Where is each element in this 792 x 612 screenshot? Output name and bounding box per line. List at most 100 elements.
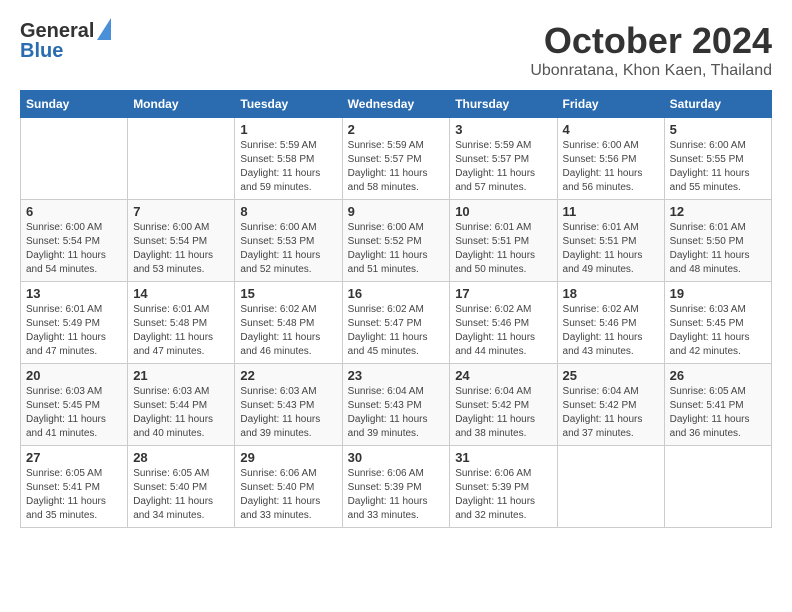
calendar-cell: 20 Sunrise: 6:03 AMSunset: 5:45 PMDayligh… <box>21 364 128 446</box>
calendar-week-row: 20 Sunrise: 6:03 AMSunset: 5:45 PMDayligh… <box>21 364 772 446</box>
calendar-cell: 18Sunrise: 6:02 AMSunset: 5:46 PMDayligh… <box>557 282 664 364</box>
calendar-week-row: 27Sunrise: 6:05 AMSunset: 5:41 PMDayligh… <box>21 446 772 528</box>
day-number: 6 <box>26 204 122 219</box>
day-number: 17 <box>455 286 551 301</box>
calendar-cell: 31 Sunrise: 6:06 AMSunset: 5:39 PMDayligh… <box>450 446 557 528</box>
calendar-cell: 15 Sunrise: 6:02 AMSunset: 5:48 PMDayligh… <box>235 282 342 364</box>
day-number: 31 <box>455 450 551 465</box>
day-number: 1 <box>240 122 336 137</box>
calendar-header-friday: Friday <box>557 91 664 118</box>
calendar-cell: 13 Sunrise: 6:01 AMSunset: 5:49 PMDayligh… <box>21 282 128 364</box>
day-info: Sunrise: 6:01 AMSunset: 5:51 PMDaylight:… <box>455 221 551 277</box>
day-number: 16 <box>348 286 445 301</box>
logo-general-text: General <box>20 20 94 42</box>
calendar-cell: 8Sunrise: 6:00 AMSunset: 5:53 PMDaylight… <box>235 200 342 282</box>
day-info: Sunrise: 6:00 AMSunset: 5:54 PMDaylight:… <box>26 221 122 277</box>
calendar-cell: 3 Sunrise: 5:59 AMSunset: 5:57 PMDaylight… <box>450 118 557 200</box>
day-number: 22 <box>240 368 336 383</box>
day-info: Sunrise: 5:59 AMSunset: 5:57 PMDaylight:… <box>455 139 551 195</box>
day-info: Sunrise: 6:00 AMSunset: 5:56 PMDaylight:… <box>563 139 659 195</box>
day-info: Sunrise: 6:01 AMSunset: 5:50 PMDaylight:… <box>670 221 766 277</box>
day-info: Sunrise: 6:00 AMSunset: 5:54 PMDaylight:… <box>133 221 229 277</box>
day-number: 20 <box>26 368 122 383</box>
day-number: 3 <box>455 122 551 137</box>
day-info: Sunrise: 6:00 AMSunset: 5:55 PMDaylight:… <box>670 139 766 195</box>
calendar-cell: 7 Sunrise: 6:00 AMSunset: 5:54 PMDaylight… <box>128 200 235 282</box>
calendar-cell: 16 Sunrise: 6:02 AMSunset: 5:47 PMDayligh… <box>342 282 450 364</box>
day-info: Sunrise: 6:02 AMSunset: 5:47 PMDaylight:… <box>348 303 445 359</box>
calendar-cell: 26 Sunrise: 6:05 AMSunset: 5:41 PMDayligh… <box>664 364 771 446</box>
day-number: 5 <box>670 122 766 137</box>
day-info: Sunrise: 6:03 AMSunset: 5:43 PMDaylight:… <box>240 385 336 441</box>
day-info: Sunrise: 6:01 AMSunset: 5:49 PMDaylight:… <box>26 303 122 359</box>
day-number: 15 <box>240 286 336 301</box>
day-number: 23 <box>348 368 445 383</box>
day-info: Sunrise: 6:06 AMSunset: 5:39 PMDaylight:… <box>455 467 551 523</box>
day-info: Sunrise: 6:04 AMSunset: 5:42 PMDaylight:… <box>563 385 659 441</box>
calendar-cell: 23 Sunrise: 6:04 AMSunset: 5:43 PMDayligh… <box>342 364 450 446</box>
month-title: October 2024 <box>530 20 772 62</box>
day-info: Sunrise: 6:00 AMSunset: 5:53 PMDaylight:… <box>240 221 336 277</box>
calendar-cell: 11 Sunrise: 6:01 AMSunset: 5:51 PMDayligh… <box>557 200 664 282</box>
day-info: Sunrise: 6:01 AMSunset: 5:48 PMDaylight:… <box>133 303 229 359</box>
day-info: Sunrise: 6:03 AMSunset: 5:44 PMDaylight:… <box>133 385 229 441</box>
day-info: Sunrise: 5:59 AMSunset: 5:57 PMDaylight:… <box>348 139 445 195</box>
calendar-week-row: 13 Sunrise: 6:01 AMSunset: 5:49 PMDayligh… <box>21 282 772 364</box>
calendar-cell: 30Sunrise: 6:06 AMSunset: 5:39 PMDayligh… <box>342 446 450 528</box>
calendar-week-row: 6 Sunrise: 6:00 AMSunset: 5:54 PMDaylight… <box>21 200 772 282</box>
day-info: Sunrise: 6:00 AMSunset: 5:52 PMDaylight:… <box>348 221 445 277</box>
calendar-table: SundayMondayTuesdayWednesdayThursdayFrid… <box>20 90 772 528</box>
day-info: Sunrise: 6:03 AMSunset: 5:45 PMDaylight:… <box>670 303 766 359</box>
day-number: 25 <box>563 368 659 383</box>
calendar-cell: 25 Sunrise: 6:04 AMSunset: 5:42 PMDayligh… <box>557 364 664 446</box>
calendar-cell: 14 Sunrise: 6:01 AMSunset: 5:48 PMDayligh… <box>128 282 235 364</box>
day-number: 11 <box>563 204 659 219</box>
day-info: Sunrise: 6:05 AMSunset: 5:41 PMDaylight:… <box>670 385 766 441</box>
calendar-cell: 2 Sunrise: 5:59 AMSunset: 5:57 PMDaylight… <box>342 118 450 200</box>
day-number: 13 <box>26 286 122 301</box>
day-info: Sunrise: 5:59 AMSunset: 5:58 PMDaylight:… <box>240 139 336 195</box>
day-info: Sunrise: 6:06 AMSunset: 5:39 PMDaylight:… <box>348 467 445 523</box>
logo-arrow-icon <box>97 18 111 40</box>
day-number: 7 <box>133 204 229 219</box>
calendar-header-row: SundayMondayTuesdayWednesdayThursdayFrid… <box>21 91 772 118</box>
logo-blue-text: Blue <box>20 40 111 62</box>
calendar-cell: 24 Sunrise: 6:04 AMSunset: 5:42 PMDayligh… <box>450 364 557 446</box>
day-number: 9 <box>348 204 445 219</box>
day-number: 14 <box>133 286 229 301</box>
calendar-cell: 17 Sunrise: 6:02 AMSunset: 5:46 PMDayligh… <box>450 282 557 364</box>
calendar-cell: 28Sunrise: 6:05 AMSunset: 5:40 PMDayligh… <box>128 446 235 528</box>
calendar-cell: 12Sunrise: 6:01 AMSunset: 5:50 PMDayligh… <box>664 200 771 282</box>
calendar-cell: 4Sunrise: 6:00 AMSunset: 5:56 PMDaylight… <box>557 118 664 200</box>
page-header: General Blue October 2024 Ubonratana, Kh… <box>20 20 772 80</box>
day-info: Sunrise: 6:03 AMSunset: 5:45 PMDaylight:… <box>26 385 122 441</box>
calendar-cell: 22 Sunrise: 6:03 AMSunset: 5:43 PMDayligh… <box>235 364 342 446</box>
calendar-cell: 6 Sunrise: 6:00 AMSunset: 5:54 PMDaylight… <box>21 200 128 282</box>
calendar-cell <box>128 118 235 200</box>
day-number: 19 <box>670 286 766 301</box>
day-info: Sunrise: 6:04 AMSunset: 5:42 PMDaylight:… <box>455 385 551 441</box>
calendar-header-monday: Monday <box>128 91 235 118</box>
day-number: 10 <box>455 204 551 219</box>
calendar-cell: 21 Sunrise: 6:03 AMSunset: 5:44 PMDayligh… <box>128 364 235 446</box>
day-info: Sunrise: 6:01 AMSunset: 5:51 PMDaylight:… <box>563 221 659 277</box>
day-number: 18 <box>563 286 659 301</box>
calendar-header-tuesday: Tuesday <box>235 91 342 118</box>
calendar-header-saturday: Saturday <box>664 91 771 118</box>
day-info: Sunrise: 6:02 AMSunset: 5:46 PMDaylight:… <box>455 303 551 359</box>
day-number: 21 <box>133 368 229 383</box>
calendar-week-row: 1 Sunrise: 5:59 AMSunset: 5:58 PMDaylight… <box>21 118 772 200</box>
day-number: 2 <box>348 122 445 137</box>
day-info: Sunrise: 6:04 AMSunset: 5:43 PMDaylight:… <box>348 385 445 441</box>
calendar-header-wednesday: Wednesday <box>342 91 450 118</box>
calendar-cell <box>557 446 664 528</box>
calendar-cell <box>21 118 128 200</box>
day-number: 26 <box>670 368 766 383</box>
day-number: 24 <box>455 368 551 383</box>
day-info: Sunrise: 6:02 AMSunset: 5:48 PMDaylight:… <box>240 303 336 359</box>
calendar-cell: 27Sunrise: 6:05 AMSunset: 5:41 PMDayligh… <box>21 446 128 528</box>
calendar-cell: 19 Sunrise: 6:03 AMSunset: 5:45 PMDayligh… <box>664 282 771 364</box>
day-info: Sunrise: 6:06 AMSunset: 5:40 PMDaylight:… <box>240 467 336 523</box>
day-number: 27 <box>26 450 122 465</box>
calendar-cell <box>664 446 771 528</box>
